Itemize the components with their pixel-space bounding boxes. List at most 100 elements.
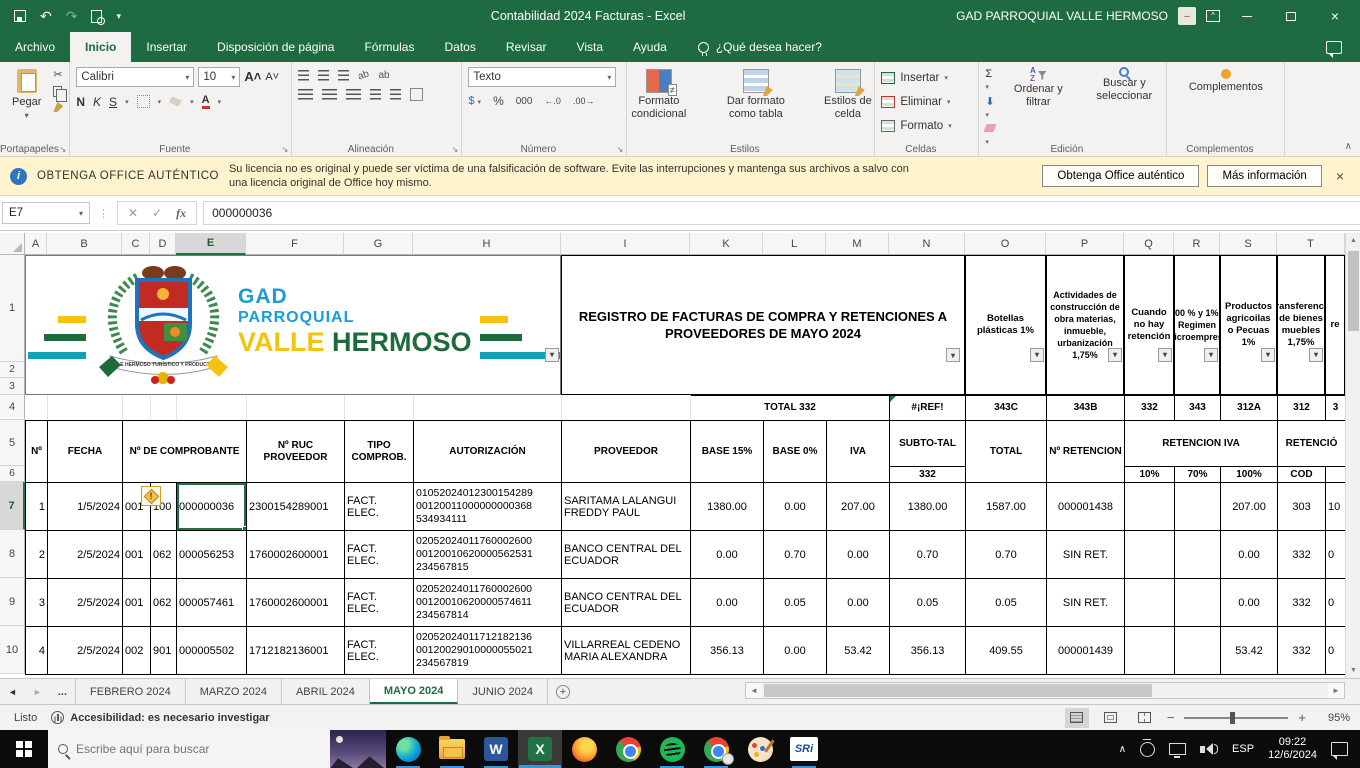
comma-style-icon[interactable]: 000 xyxy=(516,96,533,107)
cell[interactable]: 0.00 xyxy=(763,482,827,531)
increase-decimal-icon[interactable]: ←.0 xyxy=(544,96,561,106)
filter-dropdown-icon[interactable]: ▾ xyxy=(946,348,960,362)
cut-icon[interactable]: ✂ xyxy=(53,69,63,81)
header-agricolas[interactable]: Productos agricoilas o Pecuas 1% ▾ xyxy=(1220,255,1277,395)
cell[interactable]: 207.00 xyxy=(825,482,891,531)
tell-me-search[interactable]: ¿Qué desea hacer? xyxy=(682,32,838,62)
cell[interactable]: 1/5/2024 xyxy=(47,482,123,531)
minimize-button[interactable] xyxy=(1230,2,1264,30)
close-button[interactable]: × xyxy=(1318,2,1352,30)
col-header-m[interactable]: M xyxy=(826,233,889,255)
search-input[interactable] xyxy=(76,742,296,756)
cell[interactable]: 332 xyxy=(1277,578,1327,627)
cell[interactable]: 002 xyxy=(122,626,151,675)
fill-caret-icon[interactable]: ▾ xyxy=(190,98,194,106)
insert-function-icon[interactable]: fx xyxy=(176,206,186,221)
font-color-caret-icon[interactable]: ▾ xyxy=(218,98,222,106)
alignment-dialog-launcher-icon[interactable]: ↘ xyxy=(452,145,459,154)
zoom-slider-thumb[interactable] xyxy=(1230,711,1236,724)
sheet-tab-mayo[interactable]: MAYO 2024 xyxy=(369,679,459,704)
cell[interactable] xyxy=(1174,530,1222,579)
font-size-select[interactable]: 10 ▾ xyxy=(198,67,241,87)
cell[interactable]: 1712182136001 xyxy=(246,626,345,675)
cell[interactable] xyxy=(1124,530,1176,579)
cell[interactable]: 0 xyxy=(1325,578,1347,627)
number-format-select[interactable]: Texto ▾ xyxy=(468,67,617,87)
cell[interactable]: 0.70 xyxy=(763,530,827,579)
cell[interactable]: 901 xyxy=(150,626,177,675)
cell[interactable]: 000056253 xyxy=(176,530,247,579)
percent-style-icon[interactable]: % xyxy=(493,94,504,108)
cell[interactable]: 2/5/2024 xyxy=(47,578,123,627)
tab-disposicion[interactable]: Disposición de página xyxy=(202,32,349,62)
cell-cut[interactable]: 3 xyxy=(1325,395,1347,421)
cell[interactable]: SIN RET. xyxy=(1046,578,1126,627)
merge-center-icon[interactable] xyxy=(410,88,424,101)
col-header-t[interactable]: T xyxy=(1277,233,1345,255)
cell[interactable] xyxy=(413,395,562,421)
cell[interactable]: 001 xyxy=(122,530,151,579)
cell[interactable] xyxy=(1124,626,1176,675)
col-header-e[interactable]: E xyxy=(176,233,246,255)
volume-icon[interactable] xyxy=(1200,743,1219,755)
cell[interactable]: 01052024012300154289 0012001100000000036… xyxy=(413,482,562,531)
conditional-format-button[interactable]: Formato condicional xyxy=(615,67,703,123)
cell[interactable]: 0 xyxy=(1325,626,1347,675)
cell[interactable]: 332 xyxy=(1277,626,1327,675)
filter-dropdown-icon[interactable]: ▾ xyxy=(1158,348,1172,362)
cell[interactable]: 000057461 xyxy=(176,578,247,627)
row-header-6[interactable]: 6 xyxy=(0,466,25,482)
cell[interactable] xyxy=(246,395,345,421)
taskbar-sri[interactable]: SRi xyxy=(782,730,826,768)
col-header-b[interactable]: B xyxy=(47,233,122,255)
header-botellas[interactable]: Botellas plásticas 1% ▾ xyxy=(965,255,1046,395)
font-name-select[interactable]: Calibri ▾ xyxy=(76,67,195,87)
number-dialog-launcher-icon[interactable]: ↘ xyxy=(617,145,624,154)
format-painter-icon[interactable] xyxy=(53,102,64,112)
redo-icon[interactable]: ↷ xyxy=(66,9,78,23)
cell[interactable]: 207.00 xyxy=(1220,482,1279,531)
col-header-r[interactable]: R xyxy=(1174,233,1220,255)
cell[interactable]: BANCO CENTRAL DEL ECUADOR xyxy=(561,530,691,579)
page-layout-view-icon[interactable] xyxy=(1099,708,1123,728)
col-header-p[interactable]: P xyxy=(1046,233,1124,255)
underline-caret-icon[interactable]: ▾ xyxy=(125,98,129,106)
row-header-9[interactable]: 9 xyxy=(0,578,25,626)
cell[interactable] xyxy=(1174,482,1222,531)
onedrive-icon[interactable] xyxy=(1140,738,1156,757)
hscroll-left-icon[interactable]: ◄ xyxy=(746,683,762,698)
scroll-down-icon[interactable]: ▼ xyxy=(1346,663,1360,678)
header-base15[interactable]: BASE 15% xyxy=(690,420,764,483)
row-header-7[interactable]: 7 xyxy=(0,482,25,530)
col-header-l[interactable]: L xyxy=(763,233,826,255)
autosum-icon[interactable]: Σ ▾ xyxy=(985,68,995,92)
hscroll-right-icon[interactable]: ► xyxy=(1328,683,1344,698)
header-transferencia[interactable]: Transferencia de bienes muebles 1,75%▾ xyxy=(1277,255,1325,395)
filter-dropdown-icon[interactable]: ▾ xyxy=(1204,348,1218,362)
accounting-format-icon[interactable]: $ ▾ xyxy=(468,95,481,107)
cell[interactable]: 062 xyxy=(150,530,177,579)
cell[interactable]: FACT. ELEC. xyxy=(344,578,414,627)
cell[interactable]: SARITAMA LALANGUI FREDDY PAUL xyxy=(561,482,691,531)
page-break-view-icon[interactable] xyxy=(1133,708,1157,728)
warning-close-icon[interactable]: × xyxy=(1330,168,1350,184)
taskbar-paint[interactable] xyxy=(738,730,782,768)
filter-dropdown-icon[interactable]: ▾ xyxy=(1108,348,1122,362)
sheet-title-cell[interactable]: REGISTRO DE FACTURAS DE COMPRA Y RETENCI… xyxy=(561,255,965,395)
horizontal-scrollbar[interactable]: ◄ ► xyxy=(745,682,1345,699)
header-construccion[interactable]: Actividades de construcción de obra mate… xyxy=(1046,255,1124,395)
row-header-1[interactable]: 1 xyxy=(0,255,25,362)
accessibility-status[interactable]: Accesibilidad: es necesario investigar xyxy=(51,711,270,724)
cell[interactable] xyxy=(25,395,48,421)
cell[interactable]: 02052024011712182136 0012002901000005502… xyxy=(413,626,562,675)
format-as-table-button[interactable]: Dar formato como tabla xyxy=(709,67,803,123)
confirm-entry-icon[interactable]: ✓ xyxy=(152,206,162,220)
cell[interactable]: 0.00 xyxy=(825,578,891,627)
cell[interactable]: 062 xyxy=(150,578,177,627)
header-num[interactable]: Nº xyxy=(25,420,48,483)
col-header-c[interactable]: C xyxy=(122,233,150,255)
cell[interactable]: 1587.00 xyxy=(965,482,1048,531)
tab-archivo[interactable]: Archivo xyxy=(0,32,70,62)
cell[interactable]: 2 xyxy=(25,530,48,579)
collapse-ribbon-icon[interactable]: ∧ xyxy=(1345,141,1352,152)
